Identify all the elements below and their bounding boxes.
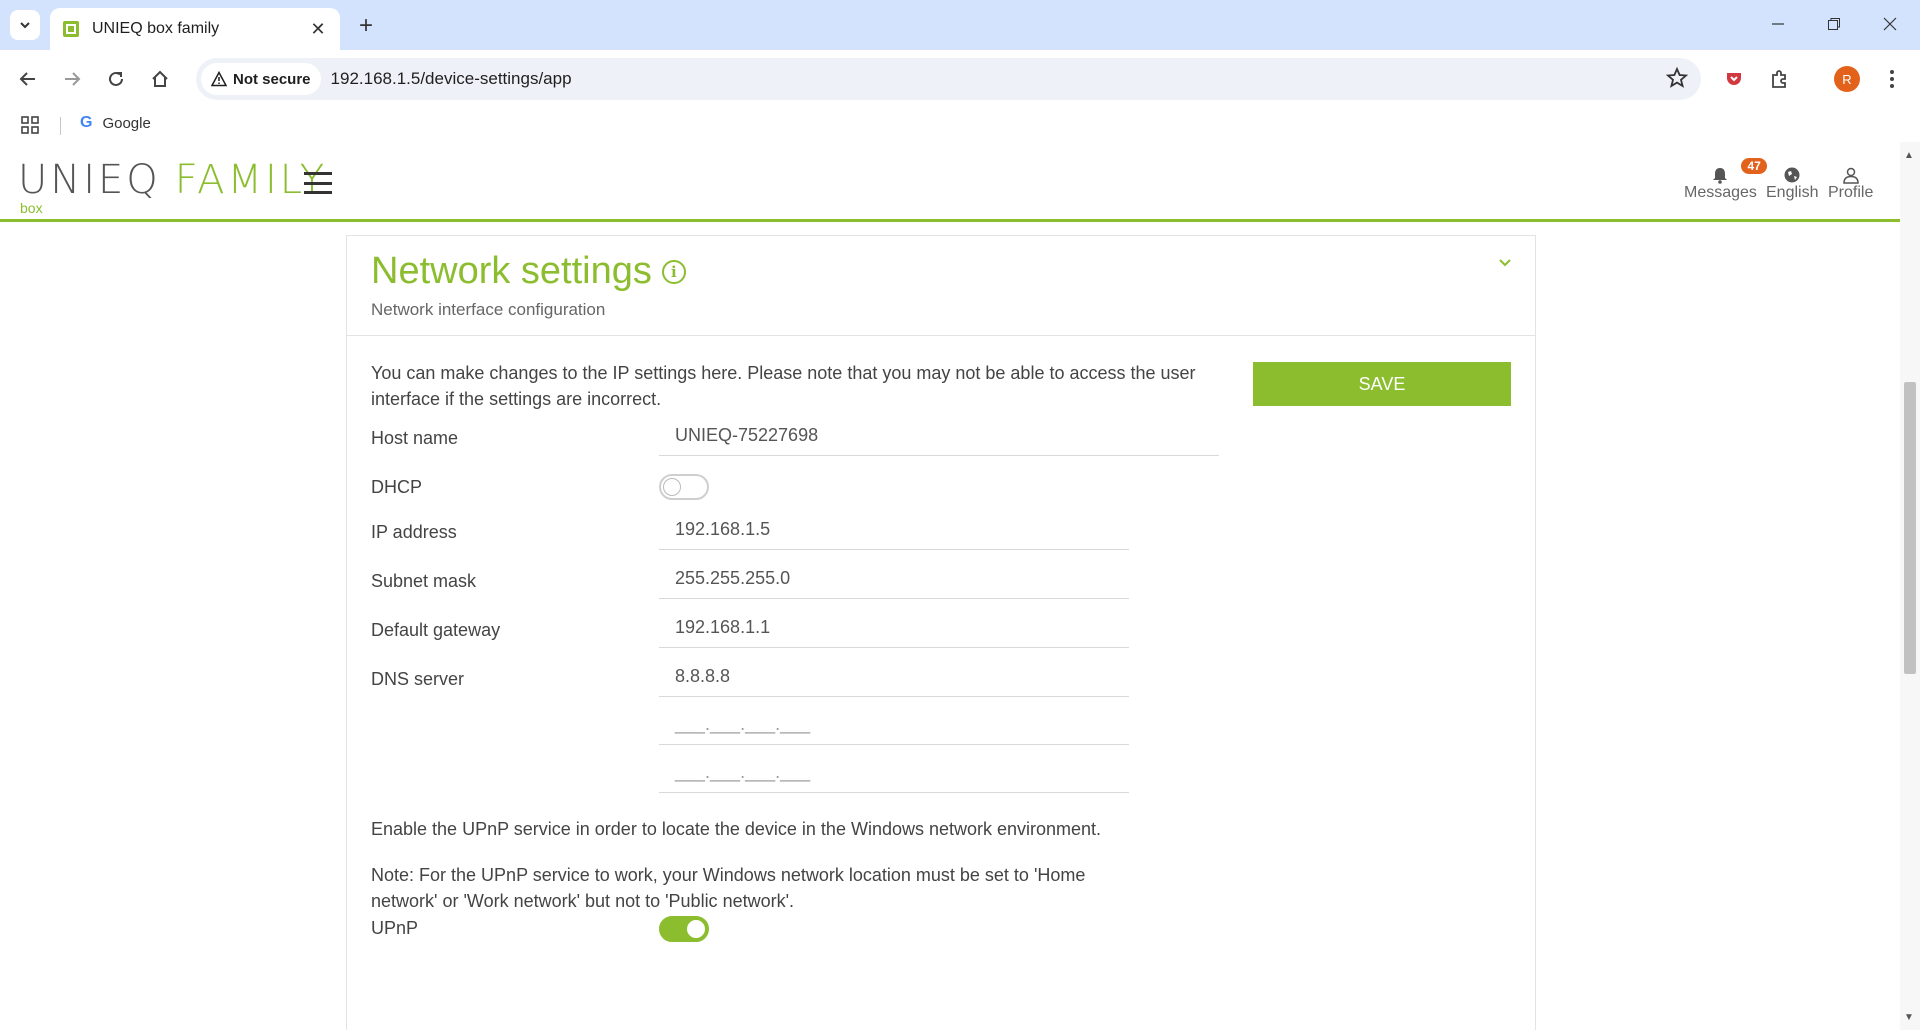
home-icon (152, 70, 168, 87)
subnet-mask-label: Subnet mask (371, 571, 477, 591)
info-icon[interactable]: i (661, 259, 686, 284)
profile-avatar[interactable]: R (1834, 66, 1860, 92)
default-gateway-field[interactable]: 192.168.1.1 (659, 608, 1129, 648)
browser-tab-bar: UNIEQ box family ✕ + (0, 0, 1920, 50)
chevron-down-icon (20, 22, 30, 29)
site-info-button[interactable]: Not secure (201, 63, 321, 95)
scroll-thumb[interactable] (1904, 382, 1916, 674)
hamburger-menu-icon[interactable] (304, 172, 332, 194)
scroll-up-icon[interactable]: ▲ (1904, 150, 1914, 161)
security-label: Not secure (233, 70, 311, 88)
back-button[interactable] (10, 61, 46, 97)
bookmark-google-label: Google (102, 114, 151, 132)
user-icon (1842, 167, 1859, 184)
minimize-icon (1772, 23, 1784, 25)
tab-close-icon[interactable]: ✕ (308, 19, 328, 39)
dns-server-3-field[interactable]: ___.___.___.___ (659, 753, 1129, 793)
more-vertical-icon (1890, 70, 1894, 88)
bell-icon (1713, 168, 1728, 184)
upnp-description: Enable the UPnP service in order to loca… (371, 819, 1102, 839)
ip-address-field[interactable]: 192.168.1.5 (659, 510, 1129, 550)
arrow-left-icon (19, 72, 35, 86)
messages-label: Messages (1684, 184, 1757, 201)
close-window-button[interactable] (1862, 0, 1918, 48)
bookmark-separator (60, 117, 61, 135)
tab-title: UNIEQ box family (92, 20, 220, 37)
minimize-button[interactable] (1750, 0, 1806, 48)
unieq-logo[interactable]: UNIEQ FAMILY box (18, 160, 327, 216)
url-text[interactable]: 192.168.1.5/device-settings/app (331, 69, 572, 89)
upnp-toggle[interactable] (659, 916, 709, 942)
bookmark-google[interactable]: G Google (80, 114, 151, 132)
browser-tab[interactable]: UNIEQ box family ✕ (50, 8, 340, 50)
messages-badge: 47 (1741, 158, 1767, 174)
network-settings-card: Network settings i Network interface con… (346, 235, 1536, 1030)
card-header[interactable]: Network settings i Network interface con… (347, 236, 1535, 336)
upnp-label: UPnP (371, 918, 419, 938)
app-header: UNIEQ FAMILY box 47 Messages English Pro… (0, 142, 1900, 222)
dhcp-label: DHCP (371, 477, 423, 497)
star-icon[interactable] (1665, 66, 1689, 90)
page-scrollbar[interactable]: ▲ ▼ (1900, 142, 1920, 1030)
apps-grid-icon[interactable] (20, 115, 40, 135)
reload-button[interactable] (98, 61, 134, 97)
home-button[interactable] (142, 61, 178, 97)
upnp-note: Note: For the UPnP service to work, your… (371, 865, 1086, 911)
extensions-button[interactable] (1762, 61, 1798, 97)
browser-toolbar: Not secure 192.168.1.5/device-settings/a… (0, 50, 1920, 108)
page-viewport: UNIEQ FAMILY box 47 Messages English Pro… (0, 142, 1900, 1030)
google-icon: G (80, 114, 93, 131)
new-tab-button[interactable]: + (352, 12, 380, 40)
globe-icon (1784, 167, 1800, 183)
subnet-mask-field[interactable]: 255.255.255.0 (659, 559, 1129, 599)
card-subtitle: Network interface configuration (371, 300, 606, 319)
forward-button[interactable] (54, 61, 90, 97)
dns-server-label: DNS server (371, 669, 465, 689)
restore-button[interactable] (1806, 0, 1862, 48)
address-bar[interactable]: Not secure 192.168.1.5/device-settings/a… (196, 58, 1701, 100)
dns-server-field[interactable]: 8.8.8.8 (659, 657, 1129, 697)
restore-icon (1828, 18, 1840, 30)
chevron-down-icon[interactable] (1497, 254, 1513, 270)
profile-button[interactable]: Profile (1828, 164, 1873, 202)
dhcp-toggle[interactable] (659, 474, 709, 500)
favicon-icon (63, 21, 79, 37)
logo-unieq-text: UNIEQ (18, 157, 161, 203)
language-label: English (1766, 184, 1819, 201)
arrow-right-icon (65, 72, 81, 86)
host-name-field[interactable]: UNIEQ-75227698 (659, 416, 1219, 456)
language-button[interactable]: English (1766, 164, 1818, 202)
host-name-label: Host name (371, 428, 459, 448)
close-icon (1883, 17, 1897, 31)
card-title: Network settings (371, 250, 652, 292)
bookmarks-bar: G Google (0, 108, 1920, 142)
intro-text: You can make changes to the IP settings … (371, 363, 1196, 409)
pocket-extension-button[interactable] (1716, 61, 1752, 97)
scroll-down-icon[interactable]: ▼ (1904, 1012, 1914, 1023)
browser-menu-button[interactable] (1874, 61, 1910, 97)
save-button[interactable]: SAVE (1253, 362, 1511, 406)
dns-server-2-field[interactable]: ___.___.___.___ (659, 705, 1129, 745)
tab-search-button[interactable] (10, 10, 40, 40)
default-gateway-label: Default gateway (371, 620, 501, 640)
ip-address-label: IP address (371, 522, 457, 542)
pocket-icon (1727, 73, 1741, 85)
messages-button[interactable]: 47 Messages (1684, 158, 1767, 202)
reload-icon (109, 71, 123, 86)
puzzle-icon (1772, 70, 1786, 88)
profile-label: Profile (1828, 184, 1874, 201)
warning-icon (211, 71, 227, 87)
